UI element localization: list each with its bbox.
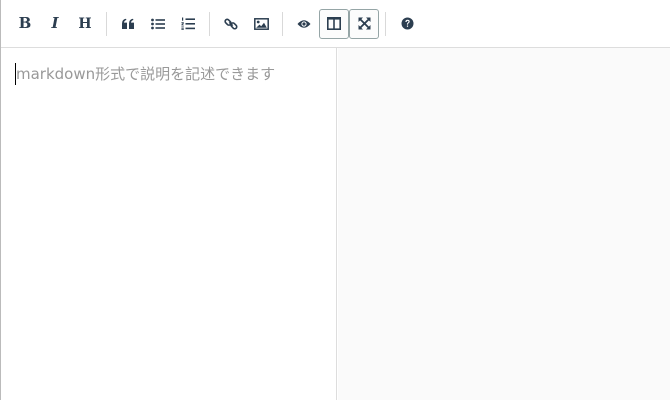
quote-icon (122, 18, 134, 29)
image-icon (253, 17, 269, 30)
question-circle-icon (401, 17, 413, 30)
guide-button[interactable] (392, 9, 422, 39)
link-icon (224, 18, 238, 30)
columns-icon (327, 17, 341, 30)
preview-pane (338, 48, 670, 400)
preview-button[interactable] (289, 9, 319, 39)
image-button[interactable] (246, 9, 276, 39)
italic-button[interactable]: I (40, 9, 70, 39)
toolbar-separator (209, 11, 210, 36)
unordered-list-button[interactable] (143, 9, 173, 39)
ordered-list-button[interactable] (173, 9, 203, 39)
fullscreen-button[interactable] (349, 8, 379, 39)
editor-input-pane[interactable]: markdown形式で説明を記述できます (1, 48, 337, 400)
bold-icon: B (18, 14, 32, 32)
markdown-editor: B I H markdown形式で説明を記述できます (0, 0, 670, 400)
list-ol-icon (181, 17, 195, 30)
bold-button[interactable]: B (10, 9, 40, 39)
editor-toolbar: B I H (1, 0, 670, 48)
toolbar-separator (385, 11, 386, 36)
toolbar-separator (282, 11, 283, 36)
eye-icon (297, 19, 311, 28)
arrows-alt-icon (358, 17, 370, 30)
side-by-side-button[interactable] (319, 8, 349, 39)
quote-button[interactable] (113, 9, 143, 39)
editor-placeholder: markdown形式で説明を記述できます (16, 65, 276, 83)
toolbar-separator (106, 11, 107, 36)
heading-button[interactable]: H (70, 9, 100, 39)
heading-icon: H (78, 15, 92, 32)
italic-icon: I (51, 14, 59, 32)
list-ul-icon (151, 18, 165, 29)
link-button[interactable] (216, 9, 246, 39)
